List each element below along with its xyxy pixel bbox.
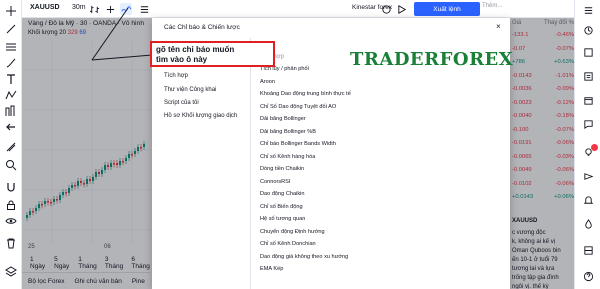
dialog-title: Các Chỉ báo & Chiến lược bbox=[164, 24, 240, 31]
indicator-list-item[interactable]: Hệ số tương quan bbox=[260, 216, 305, 222]
indicator-list-item[interactable]: Khoảng Dao động trung bình thực tế bbox=[260, 91, 351, 97]
help-icon[interactable] bbox=[582, 270, 594, 282]
fib-icon[interactable] bbox=[4, 40, 18, 54]
category-builtin[interactable]: Tích hợp bbox=[164, 73, 188, 79]
trash-icon[interactable] bbox=[4, 236, 18, 250]
crosshair-icon[interactable] bbox=[4, 4, 18, 18]
trend-line-icon[interactable] bbox=[4, 22, 18, 36]
category-my-scripts[interactable]: Script của tôi bbox=[164, 100, 199, 106]
close-icon[interactable]: × bbox=[496, 23, 504, 31]
interval-selector[interactable]: 30m bbox=[72, 4, 86, 11]
indicator-list-item[interactable]: Chỉ báo Bollinger Bands Width bbox=[260, 141, 336, 147]
annotation-line-1: gõ tên chỉ báo muốn bbox=[156, 45, 235, 54]
hotlist-icon[interactable] bbox=[582, 218, 594, 230]
replay-icon[interactable] bbox=[396, 3, 408, 15]
magnet-icon[interactable] bbox=[4, 180, 18, 194]
indicators-icon[interactable] bbox=[120, 3, 132, 15]
brush-icon[interactable] bbox=[4, 56, 18, 70]
watchlist-icon[interactable] bbox=[582, 4, 594, 16]
chat-icon[interactable] bbox=[582, 118, 594, 130]
indicator-list-item[interactable]: Chỉ Số Dao động Tuyệt đối AO bbox=[260, 104, 336, 110]
category-volume-profile[interactable]: Hồ sơ Khối lượng giao dịch bbox=[164, 113, 237, 119]
alert-icon[interactable] bbox=[582, 24, 594, 36]
annotation-line-2: tìm vào ô này bbox=[156, 55, 208, 64]
indicator-list-item[interactable]: ConnorsRSI bbox=[260, 179, 290, 185]
indicator-list-item[interactable]: Dao động Chaikin bbox=[260, 191, 304, 197]
compare-icon[interactable] bbox=[104, 3, 116, 15]
indicator-list-item[interactable]: Aroon bbox=[260, 79, 275, 85]
prediction-icon[interactable] bbox=[4, 104, 18, 118]
chart-type-icon[interactable] bbox=[88, 3, 100, 15]
news-icon[interactable] bbox=[582, 70, 594, 82]
indicator-list-item[interactable]: Dải băng Bollinger %B bbox=[260, 129, 316, 135]
logo-text-forex: FOREX bbox=[439, 48, 514, 70]
lock-icon[interactable] bbox=[4, 198, 18, 212]
notifications-icon[interactable] bbox=[582, 194, 594, 206]
indicator-list-item[interactable]: Chuyển động Định hướng bbox=[260, 229, 325, 235]
top-toolbar: XAUUSD 30m Kinestar forex Xuất lệnh Thêm… bbox=[22, 0, 574, 18]
eye-icon[interactable] bbox=[4, 214, 18, 228]
layers-icon[interactable] bbox=[4, 264, 18, 278]
indicator-list-item[interactable]: EMA Kép bbox=[260, 266, 283, 272]
indicator-list-item[interactable]: Dải băng Bollinger bbox=[260, 116, 306, 122]
drawing-toolbar bbox=[0, 0, 22, 289]
pattern-icon[interactable] bbox=[4, 88, 18, 102]
streams-icon[interactable] bbox=[582, 170, 594, 182]
trade-button[interactable]: Xuất lệnh bbox=[414, 2, 480, 16]
notification-badge bbox=[591, 144, 598, 151]
indicator-list-item[interactable]: Dao động giá không theo xu hướng bbox=[260, 254, 348, 260]
broker-label[interactable]: Kinestar forex bbox=[352, 4, 392, 11]
category-public-library[interactable]: Thư viện Công khai bbox=[164, 87, 216, 93]
calendar-icon[interactable] bbox=[582, 94, 594, 106]
text-icon[interactable] bbox=[4, 72, 18, 86]
back-arrow-icon[interactable] bbox=[4, 120, 18, 134]
annotation-callout: gõ tên chỉ báo muốn tìm vào ô này bbox=[150, 41, 275, 67]
ruler-icon[interactable] bbox=[4, 140, 18, 154]
indicator-list-item[interactable]: Chỉ số Biến động bbox=[260, 204, 303, 210]
templates-icon[interactable] bbox=[138, 3, 150, 15]
watchlist-search[interactable]: Thêm... bbox=[482, 3, 532, 15]
zoom-icon[interactable] bbox=[4, 158, 18, 172]
indicator-list-item[interactable]: Dòng tiền Chaikin bbox=[260, 166, 304, 172]
order-panel-icon[interactable] bbox=[582, 244, 594, 256]
data-window-icon[interactable] bbox=[582, 46, 594, 58]
indicator-list-item[interactable]: Chỉ số Kênh hàng hóa bbox=[260, 154, 315, 160]
right-sidebar bbox=[574, 0, 600, 289]
indicator-list-item[interactable]: Chỉ số Kênh Donchian bbox=[260, 241, 316, 247]
dialog-divider bbox=[250, 38, 251, 289]
traderforex-logo: TRADER FOREX bbox=[350, 48, 513, 70]
logo-text-trader: TRADER bbox=[350, 48, 440, 70]
symbol-search[interactable]: XAUUSD bbox=[30, 4, 60, 11]
